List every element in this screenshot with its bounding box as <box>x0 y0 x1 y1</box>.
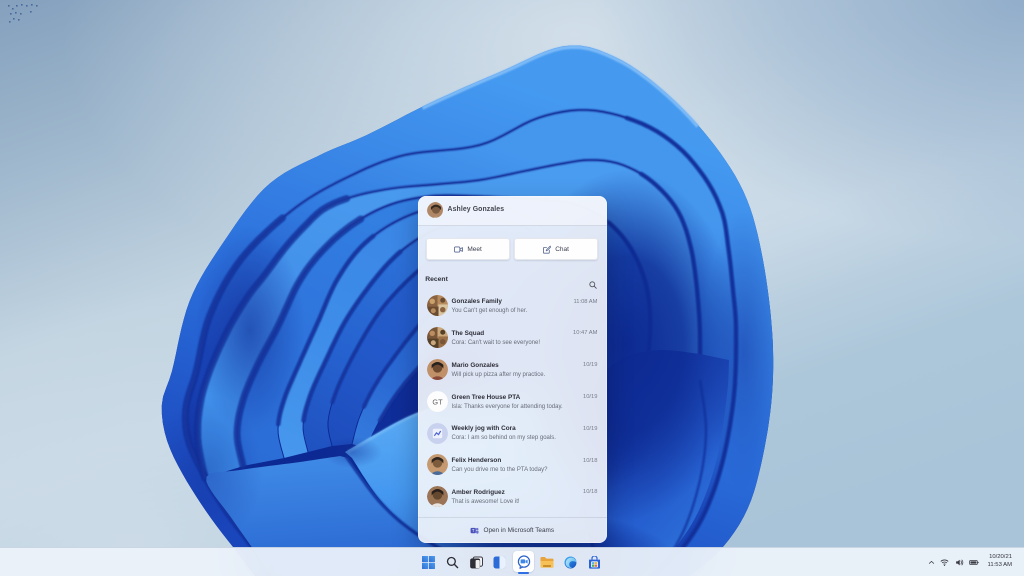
svg-text:T: T <box>472 528 475 533</box>
svg-text:GT: GT <box>432 398 443 407</box>
